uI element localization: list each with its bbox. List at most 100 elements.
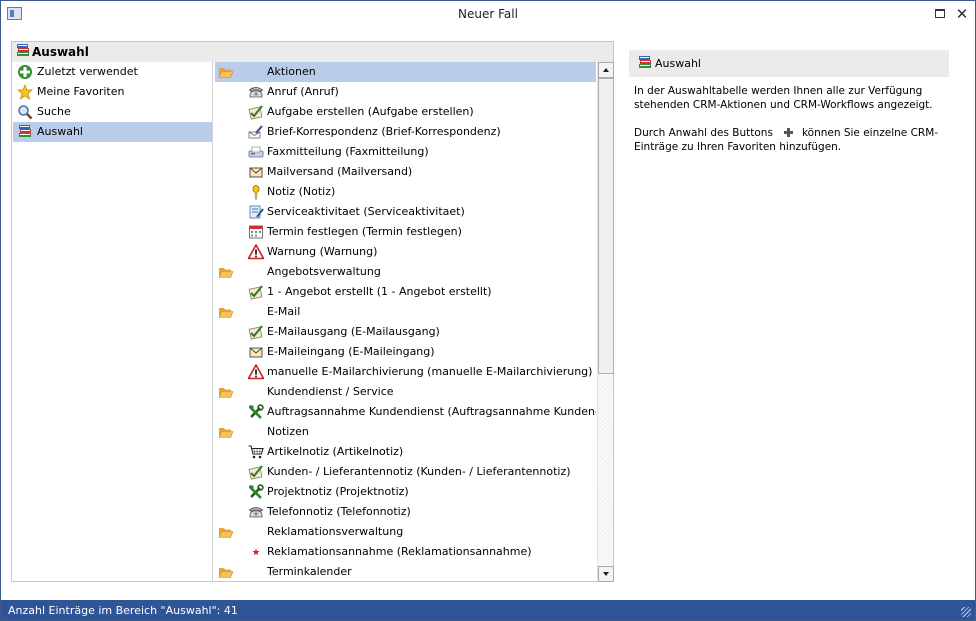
tree-row-label: Kunden- / Lieferantennotiz (Kunden- / Li… (267, 465, 571, 478)
folder-open-icon (218, 564, 234, 580)
telephone-icon (248, 504, 264, 520)
tree-row-label: Reklamationsverwaltung (267, 525, 404, 538)
tree-item-row[interactable]: Auftragsannahme Kundendienst (Auftragsan… (215, 402, 596, 422)
tree-group-row[interactable]: Terminkalender (215, 562, 596, 582)
tree-row-label: Auftragsannahme Kundendienst (Auftragsan… (267, 405, 596, 418)
folder-open-icon (218, 64, 234, 80)
tree-row-label: Aufgabe erstellen (Aufgabe erstellen) (267, 105, 474, 118)
nav-item-label: Zuletzt verwendet (37, 65, 138, 78)
envelope-icon (248, 164, 264, 180)
tree-item-row[interactable]: Notiz (Notiz) (215, 182, 596, 202)
folder-open-icon (218, 384, 234, 400)
calendar-icon (248, 224, 264, 240)
tree-item-row[interactable]: Projektnotiz (Projektnotiz) (215, 482, 596, 502)
checklist-icon (248, 464, 264, 480)
info-panel-title: Auswahl (655, 57, 701, 70)
tree-group-row[interactable]: Angebotsverwaltung (215, 262, 596, 282)
tree-item-row[interactable]: Termin festlegen (Termin festlegen) (215, 222, 596, 242)
scrollbar-thumb[interactable] (598, 78, 614, 374)
warning-icon (248, 244, 264, 260)
status-bar: Anzahl Einträge im Bereich "Auswahl": 41 (1, 600, 975, 620)
tree-item-row[interactable]: Brief-Korrespondenz (Brief-Korrespondenz… (215, 122, 596, 142)
tree-group-row[interactable]: Kundendienst / Service (215, 382, 596, 402)
tree-item-row[interactable]: Serviceaktivitaet (Serviceaktivitaet) (215, 202, 596, 222)
tree-row-label: Projektnotiz (Projektnotiz) (267, 485, 409, 498)
nav-item-label: Meine Favoriten (37, 85, 125, 98)
title-bar: Neuer Fall ✕ (1, 1, 975, 29)
tree-row-label: Brief-Korrespondenz (Brief-Korrespondenz… (267, 125, 501, 138)
tree-group-row[interactable]: Reklamationsverwaltung (215, 522, 596, 542)
tree-row-label: Telefonnotiz (Telefonnotiz) (267, 505, 411, 518)
tree-item-row[interactable]: 1 - Angebot erstellt (1 - Angebot erstel… (215, 282, 596, 302)
info-paragraph-2: Durch Anwahl des Buttons können Sie einze… (634, 126, 944, 154)
tree-row-label: Aktionen (267, 65, 316, 78)
tree-item-row[interactable]: Reklamationsannahme (Reklamationsannahme… (215, 542, 596, 562)
tree-row-label: manuelle E-Mailarchivierung (manuelle E-… (267, 365, 593, 378)
tree-item-row[interactable]: manuelle E-Mailarchivierung (manuelle E-… (215, 362, 596, 382)
tools-icon (248, 404, 264, 420)
tree-item-row[interactable]: Anruf (Anruf) (215, 82, 596, 102)
tree-item-row[interactable]: Aufgabe erstellen (Aufgabe erstellen) (215, 102, 596, 122)
nav-item-selection[interactable]: Auswahl (13, 122, 212, 142)
tree-item-row[interactable]: Artikelnotiz (Artikelnotiz) (215, 442, 596, 462)
tree-row-label: Angebotsverwaltung (267, 265, 381, 278)
tree-group-row[interactable]: E-Mail (215, 302, 596, 322)
tools-icon (248, 484, 264, 500)
folder-open-icon (218, 524, 234, 540)
tree-item-row[interactable]: E-Mailausgang (E-Mailausgang) (215, 322, 596, 342)
status-text: Anzahl Einträge im Bereich "Auswahl": 41 (8, 604, 238, 617)
magnifier-icon (17, 104, 33, 120)
tree-row-label: Notiz (Notiz) (267, 185, 336, 198)
service-icon (248, 204, 264, 220)
folder-open-icon (218, 264, 234, 280)
tree-item-row[interactable]: Mailversand (Mailversand) (215, 162, 596, 182)
tree-row-label: Artikelnotiz (Artikelnotiz) (267, 445, 404, 458)
envelope-icon (248, 344, 264, 360)
close-button[interactable]: ✕ (952, 5, 972, 23)
selection-panel-title: Auswahl (32, 45, 89, 59)
tree-item-row[interactable]: Faxmitteilung (Faxmitteilung) (215, 142, 596, 162)
tree-group-row[interactable]: Aktionen (215, 62, 596, 82)
scroll-up-button[interactable] (598, 62, 614, 78)
info-text-before: Durch Anwahl des Buttons (634, 127, 773, 139)
add-favorite-icon (783, 128, 793, 137)
books-icon (17, 124, 33, 140)
tree-item-row[interactable]: Warnung (Warnung) (215, 242, 596, 262)
window-title: Neuer Fall (458, 7, 518, 21)
nav-item-search[interactable]: Suche (13, 102, 212, 122)
tree-row-label: Terminkalender (267, 565, 352, 578)
star-icon (17, 84, 33, 100)
nav-item-recent[interactable]: Zuletzt verwendet (13, 62, 212, 82)
nav-item-label: Suche (37, 105, 71, 118)
tree-group-row[interactable]: Notizen (215, 422, 596, 442)
fax-icon (248, 144, 264, 160)
tree-row-label: E-Maileingang (E-Maileingang) (267, 345, 435, 358)
selection-panel: Auswahl Zuletzt verwendet Meine Favorite… (11, 41, 614, 582)
tree-item-row[interactable]: E-Maileingang (E-Maileingang) (215, 342, 596, 362)
tree-row-label: Termin festlegen (Termin festlegen) (267, 225, 462, 238)
folder-open-icon (218, 304, 234, 320)
info-panel: Auswahl In der Auswahltabelle werden Ihn… (629, 50, 949, 168)
tree-row-label: Mailversand (Mailversand) (267, 165, 413, 178)
nav-item-label: Auswahl (37, 125, 83, 138)
tree-row-label: E-Mail (267, 305, 301, 318)
maximize-button[interactable] (930, 5, 950, 23)
telephone-icon (248, 84, 264, 100)
scroll-down-button[interactable] (598, 566, 614, 582)
tree-row-label: Warnung (Warnung) (267, 245, 378, 258)
red-star-icon (248, 544, 264, 560)
checklist-icon (248, 104, 264, 120)
tree-item-row[interactable]: Kunden- / Lieferantennotiz (Kunden- / Li… (215, 462, 596, 482)
resize-grip-icon[interactable] (961, 607, 971, 617)
tree-row-label: Kundendienst / Service (267, 385, 394, 398)
tree-row-label: Anruf (Anruf) (267, 85, 339, 98)
tree-row-label: Serviceaktivitaet (Serviceaktivitaet) (267, 205, 465, 218)
books-icon (15, 43, 31, 59)
tree-scrollbar[interactable] (597, 62, 614, 582)
info-panel-header: Auswahl (629, 50, 949, 77)
maximize-icon (935, 9, 945, 18)
tree-item-row[interactable]: Telefonnotiz (Telefonnotiz) (215, 502, 596, 522)
tree-row-label: Reklamationsannahme (Reklamationsannahme… (267, 545, 532, 558)
tree-row-label: 1 - Angebot erstellt (1 - Angebot erstel… (267, 285, 492, 298)
nav-item-favorites[interactable]: Meine Favoriten (13, 82, 212, 102)
